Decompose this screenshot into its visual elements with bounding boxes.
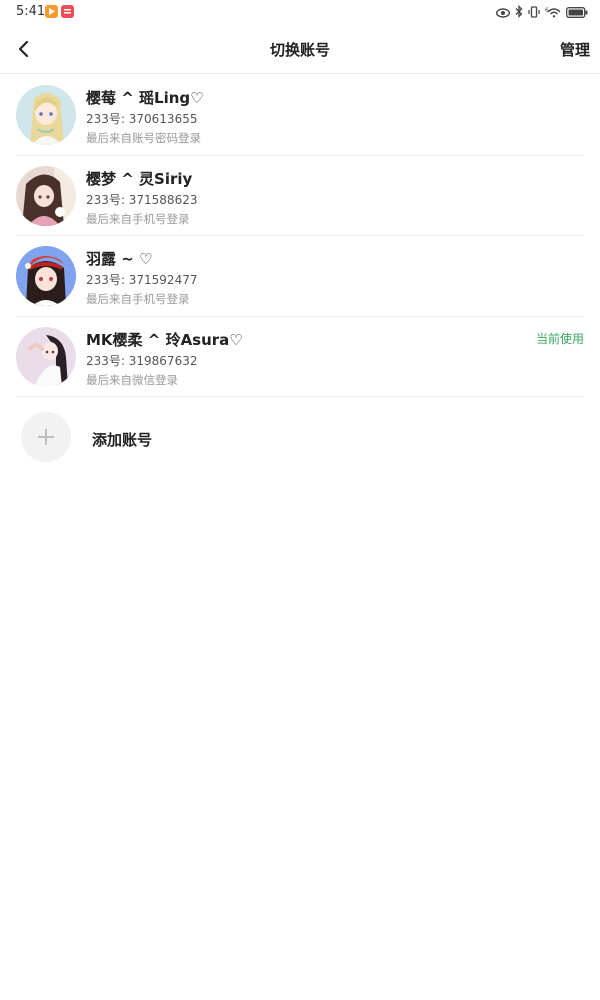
manage-button[interactable]: 管理: [560, 39, 590, 60]
svg-text:6: 6: [545, 7, 549, 14]
wifi-icon: 6: [545, 3, 561, 22]
vibrate-icon: [528, 3, 540, 22]
red-app-icon: [61, 5, 74, 18]
account-login-method: 最后来自微信登录: [86, 372, 178, 387]
avatar: [16, 326, 76, 387]
add-account-button[interactable]: 添加账号: [0, 402, 600, 472]
account-row[interactable]: 樱梦 ^ 灵Siriy 233号: 371588623 最后来自手机号登录: [0, 156, 600, 236]
account-row[interactable]: 羽露 ~ ♡ 233号: 371592477 最后来自手机号登录: [0, 236, 600, 317]
eye-icon: [495, 3, 511, 22]
battery-icon: [566, 3, 588, 22]
divider: [16, 396, 584, 397]
add-account-label: 添加账号: [92, 431, 153, 449]
account-name: 樱莓 ^ 瑶Ling♡: [86, 89, 204, 107]
account-id: 233号: 370613655: [86, 112, 198, 126]
account-id: 233号: 371588623: [86, 192, 198, 207]
account-list: 樱莓 ^ 瑶Ling♡ 233号: 370613655 最后来自账号密码登录 樱…: [0, 75, 600, 397]
header-bar: 切换账号 管理: [0, 24, 600, 74]
account-id: 233号: 371592477: [86, 273, 198, 287]
avatar: [16, 246, 76, 306]
bluetooth-icon: [515, 3, 523, 22]
page-title: 切换账号: [269, 41, 330, 59]
account-row[interactable]: 樱莓 ^ 瑶Ling♡ 233号: 370613655 最后来自账号密码登录: [0, 75, 600, 156]
avatar: [16, 85, 76, 145]
current-account-badge: 当前使用: [535, 331, 584, 346]
account-login-method: 最后来自手机号登录: [86, 292, 190, 306]
account-login-method: 最后来自手机号登录: [86, 211, 190, 226]
account-id: 233号: 319867632: [86, 353, 198, 368]
play-app-icon: [45, 5, 58, 18]
account-name: 羽露 ~ ♡: [86, 250, 153, 268]
account-row[interactable]: MK樱柔 ^ 玲Asura♡ 233号: 319867632 最后来自微信登录 …: [0, 317, 600, 397]
avatar: [16, 165, 76, 226]
account-name: 樱梦 ^ 灵Siriy: [86, 169, 193, 188]
plus-icon[interactable]: [21, 412, 71, 462]
account-login-method: 最后来自账号密码登录: [86, 131, 201, 145]
status-bar: 5:41 6: [0, 0, 600, 24]
status-time: 5:41: [16, 4, 46, 19]
status-icons: 6: [495, 3, 588, 22]
account-name: MK樱柔 ^ 玲Asura♡: [86, 330, 243, 349]
